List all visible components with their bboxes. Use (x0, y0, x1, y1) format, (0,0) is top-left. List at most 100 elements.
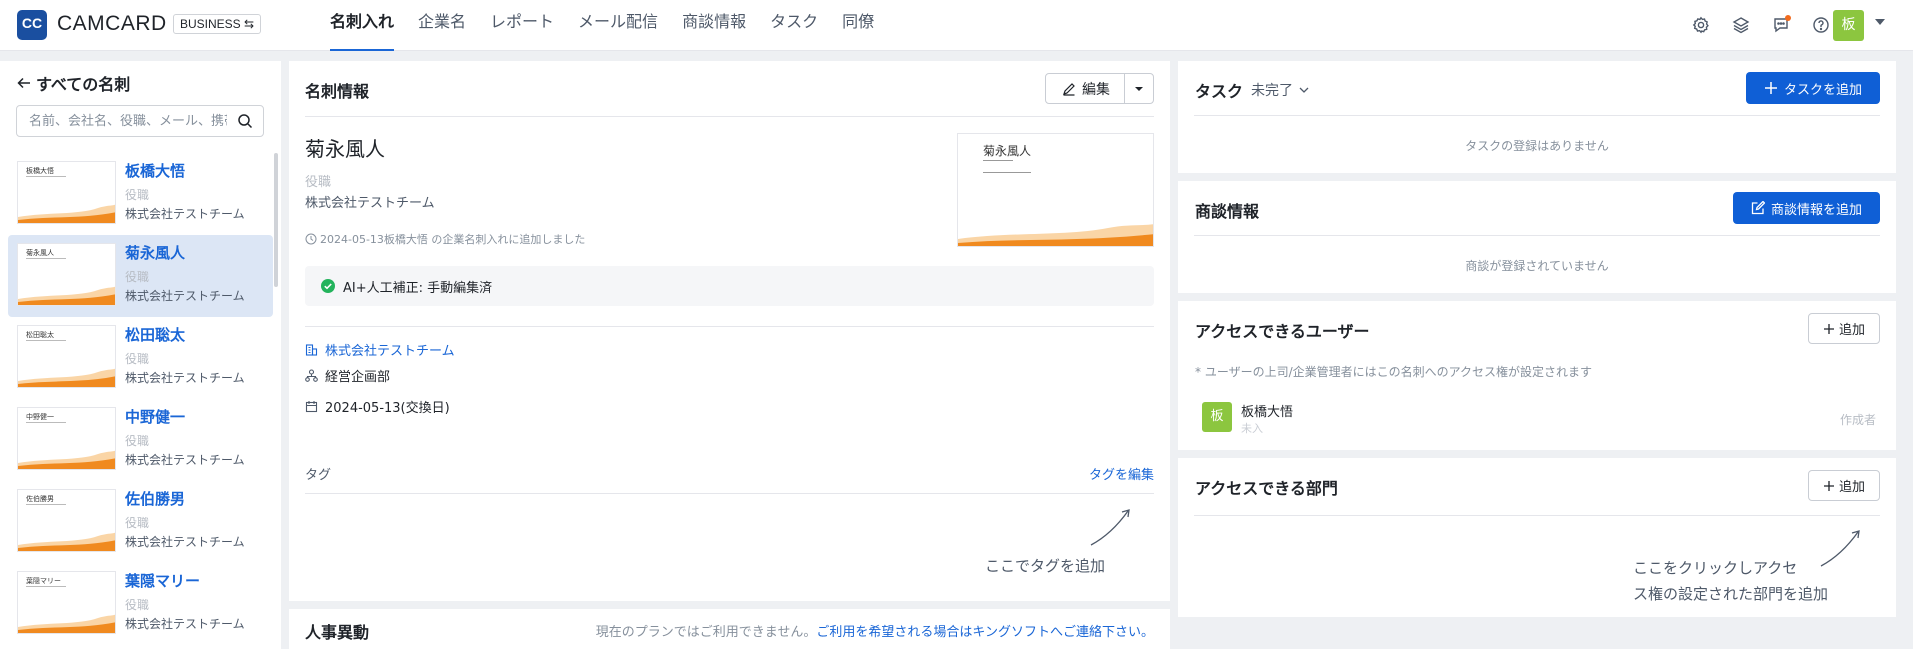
edit-menu-toggle[interactable] (1125, 74, 1153, 103)
edit-tags-link[interactable]: タグを編集 (1089, 464, 1154, 483)
notification-dot (1785, 15, 1791, 21)
card-thumbnail-line (26, 258, 66, 259)
card-list-item[interactable]: 中野健一 中野健一 役職 株式会社テストチーム (8, 399, 273, 481)
card-thumbnail: 菊永風人 (17, 243, 116, 306)
exchange-date-row: 2024-05-13(交換日) (305, 397, 450, 416)
card-thumbnail-name: 中野健一 (26, 413, 54, 421)
section-title: 名刺情報 (305, 82, 370, 101)
card-name[interactable]: 葉隠マリー (125, 570, 200, 591)
deals-empty: 商談が登録されていません (1465, 259, 1609, 273)
card-thumbnail-line (26, 422, 66, 423)
access-note: * ユーザーの上司/企業管理者にはこの名刺へのアクセス権が設定されます (1195, 365, 1593, 379)
back-to-all-cards[interactable]: すべての名刺 (16, 71, 130, 95)
edition-switch[interactable]: BUSINESS ⇆ (173, 14, 262, 34)
exchange-date-text: 2024-05-13(交換日) (325, 401, 450, 416)
card-thumbnail: 板橋大悟 (17, 161, 116, 224)
edit-button[interactable]: 編集 (1045, 73, 1154, 104)
nav-tab-tasks[interactable]: タスク (770, 0, 818, 51)
ai-status-text: AI+人工補正: 手動編集済 (343, 280, 493, 296)
org-icon (305, 369, 318, 382)
card-company: 株式会社テストチーム (125, 617, 245, 631)
card-thumbnail: 松田聡太 (17, 325, 116, 388)
add-deal-button[interactable]: 商談情報を追加 (1732, 192, 1880, 224)
divider (1194, 235, 1880, 236)
department-hint-line2: ス権の設定された部門を追加 (1633, 585, 1829, 603)
gear-icon[interactable] (1689, 13, 1713, 37)
nav-tab-reports[interactable]: レポート (490, 0, 554, 51)
nav-tab-cards[interactable]: 名刺入れ (330, 0, 395, 51)
scrollbar[interactable] (274, 153, 278, 287)
divider (305, 116, 1154, 117)
add-task-button[interactable]: タスクを追加 (1745, 72, 1880, 104)
card-title: 役職 (125, 270, 150, 284)
department-text: 経営企画部 (325, 370, 391, 385)
card-image[interactable]: 菊永風人 (957, 133, 1154, 247)
card-thumbnail: 葉隠マリー (17, 571, 116, 634)
card-company: 株式会社テストチーム (125, 535, 245, 549)
edit-main[interactable]: 編集 (1046, 74, 1125, 103)
person-title: 役職 (305, 175, 332, 190)
card-search (16, 105, 264, 137)
card-thumbnail-line (26, 586, 66, 587)
divider (1194, 115, 1880, 116)
chevron-down-icon[interactable] (1875, 19, 1885, 25)
card-thumbnail-line (26, 340, 66, 341)
nav-tab-mail[interactable]: メール配信 (578, 0, 658, 51)
edit-label: 編集 (1082, 81, 1110, 98)
contact-kingsoft-link[interactable]: ご利用を希望される場合はキングソフトへご連絡下さい。 (816, 625, 1154, 640)
access-user-sub: 未入 (1241, 422, 1263, 435)
calendar-icon (305, 401, 318, 413)
card-list-item[interactable]: 菊永風人 菊永風人役職株式会社テストチーム (8, 235, 273, 317)
card-wave (18, 614, 115, 633)
card-list-item[interactable]: 板橋大悟 板橋大悟 役職 株式会社テストチーム (8, 153, 273, 235)
nav-tab-companies[interactable]: 企業名 (418, 0, 466, 51)
card-company: 株式会社テストチーム (125, 289, 245, 303)
card-wave (18, 368, 115, 387)
access-departments-panel: アクセスできる部門 追加 ここをクリックしアクセ ス権の設定された部門を追加 (1178, 458, 1896, 617)
search-icon[interactable] (237, 113, 253, 129)
card-wave (18, 204, 115, 223)
card-title: 役職 (125, 352, 150, 366)
card-image-line (983, 160, 1013, 164)
main-nav: 名刺入れ 企業名 レポート メール配信 商談情報 タスク 同僚 (330, 0, 898, 51)
deals-panel: 商談情報 商談情報を追加 商談が登録されていません (1178, 181, 1896, 293)
card-name[interactable]: 松田聡太 (125, 324, 185, 345)
avatar: 板 (1202, 402, 1232, 432)
company-link[interactable]: 株式会社テストチーム (305, 340, 455, 359)
card-thumbnail-name: 菊永風人 (26, 249, 54, 257)
add-department-button[interactable]: 追加 (1807, 470, 1880, 501)
camcard-logo[interactable]: CC (17, 10, 47, 40)
add-user-label: 追加 (1838, 323, 1865, 338)
card-name[interactable]: 佐伯勝男 (125, 488, 185, 509)
add-user-button[interactable]: 追加 (1807, 313, 1880, 344)
layers-icon[interactable] (1729, 13, 1753, 37)
card-wave (18, 532, 115, 551)
help-icon[interactable] (1809, 13, 1833, 37)
plus-icon (1823, 480, 1834, 491)
card-name[interactable]: 中野健一 (125, 406, 185, 427)
card-name[interactable]: 板橋大悟 (125, 160, 185, 181)
top-icons (1689, 13, 1833, 37)
card-thumbnail-line (26, 504, 66, 505)
nav-tab-colleagues[interactable]: 同僚 (842, 0, 874, 51)
card-list-item[interactable]: 葉隠マリー 葉隠マリー役職株式会社テストチーム (8, 563, 273, 645)
plus-icon (1823, 323, 1834, 334)
divider (305, 326, 1154, 327)
company-link-text[interactable]: 株式会社テストチーム (325, 340, 455, 359)
card-list-item[interactable]: 佐伯勝男 佐伯勝男 役職 株式会社テストチーム (8, 481, 273, 563)
card-thumbnail-name: 葉隠マリー (26, 577, 61, 585)
logo-text: CAMCARD (57, 12, 167, 35)
search-input[interactable] (17, 106, 227, 136)
task-status-filter[interactable]: 未完了 (1251, 80, 1310, 100)
card-title: 役職 (125, 434, 150, 448)
nav-tab-deals[interactable]: 商談情報 (682, 0, 746, 51)
user-avatar[interactable]: 板 (1833, 10, 1864, 41)
chat-icon[interactable] (1769, 13, 1793, 37)
plus-icon (1764, 82, 1777, 94)
person-name: 菊永風人 (305, 137, 385, 161)
card-list-item[interactable]: 松田聡太 松田聡太 役職 株式会社テストチーム (8, 317, 273, 399)
card-thumbnail-name: 松田聡太 (26, 331, 54, 339)
card-title: 役職 (125, 598, 150, 612)
department-hint-line1: ここをクリックしアクセ (1633, 559, 1798, 577)
card-name[interactable]: 菊永風人 (125, 242, 185, 263)
